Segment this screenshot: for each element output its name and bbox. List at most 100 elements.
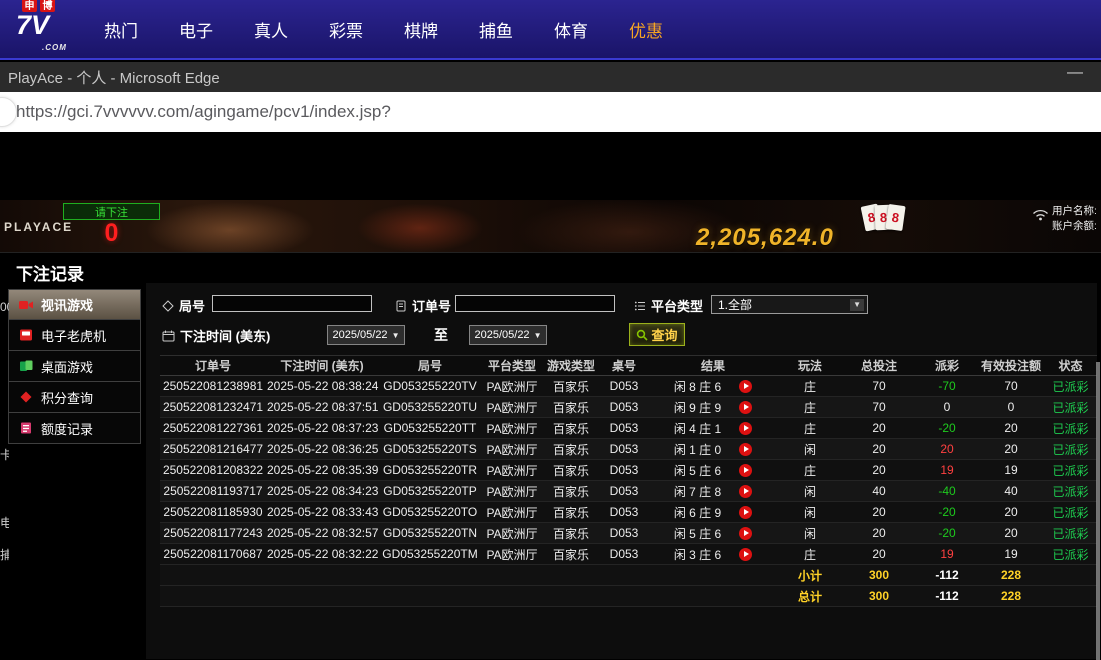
bet-records-modal: 下注记录 视讯游戏 电子老虎机 桌面游戏 积分查询 额度记录 (0, 252, 1101, 660)
result-text: 闲 8 庄 6 (674, 378, 721, 395)
cell (266, 586, 378, 607)
result-text: 闲 1 庄 0 (674, 441, 721, 458)
cell: 庄 (778, 418, 842, 439)
replay-button[interactable] (739, 422, 752, 435)
replay-button[interactable] (739, 464, 752, 477)
bet-prompt-box: 请下注 (63, 203, 160, 220)
sidebar-item-label: 额度记录 (41, 419, 93, 438)
replay-button[interactable] (739, 380, 752, 393)
cell: 20 (842, 439, 916, 460)
cell: 250522081208322 (160, 460, 266, 481)
cell: 250522081170687 (160, 544, 266, 565)
cell: 已派彩 (1044, 397, 1097, 418)
column-header: 派彩 (916, 356, 978, 376)
cell: 百家乐 (542, 544, 600, 565)
cell: D053 (600, 502, 648, 523)
cell: 庄 (778, 544, 842, 565)
order-icon (395, 300, 407, 312)
result-text: 闲 9 庄 9 (674, 399, 721, 416)
date-from-select[interactable]: 2025/05/22▼ (327, 325, 405, 345)
result-cell: 闲 6 庄 9 (648, 502, 778, 523)
window-titlebar: PlayAce - 个人 - Microsoft Edge — (0, 62, 1101, 92)
nav-item[interactable]: 捕鱼 (479, 17, 513, 42)
cell: 20 (842, 460, 916, 481)
table-row: 2505220812164772025-05-22 08:36:25GD0532… (160, 439, 1097, 460)
cell: 闲 (778, 481, 842, 502)
cell: 2025-05-22 08:33:43 (266, 502, 378, 523)
table-row: 2505220812273612025-05-22 08:37:23GD0532… (160, 418, 1097, 439)
nav-item[interactable]: 彩票 (329, 17, 363, 42)
cell: PA欧洲厅 (482, 397, 542, 418)
cell: 2025-05-22 08:32:57 (266, 523, 378, 544)
replay-button[interactable] (739, 506, 752, 519)
modal-sidebar: 视讯游戏 电子老虎机 桌面游戏 积分查询 额度记录 (8, 289, 141, 444)
scrollbar[interactable] (1096, 362, 1100, 660)
sidebar-item-slots[interactable]: 电子老虎机 (8, 320, 141, 351)
round-filter-label: 局号 (162, 296, 205, 315)
nav-item[interactable]: 体育 (554, 17, 588, 42)
cell: D053 (600, 397, 648, 418)
column-header: 平台类型 (482, 356, 542, 376)
cell: 百家乐 (542, 523, 600, 544)
chevron-down-icon: ▼ (850, 299, 864, 311)
cell: 300 (842, 586, 916, 607)
cell: 庄 (778, 397, 842, 418)
cell: 250522081238981 (160, 376, 266, 397)
chevron-down-icon: ▼ (534, 331, 542, 340)
column-header: 总投注 (842, 356, 916, 376)
cell: PA欧洲厅 (482, 460, 542, 481)
cell: 2025-05-22 08:35:39 (266, 460, 378, 481)
cell: 庄 (778, 460, 842, 481)
replay-button[interactable] (739, 485, 752, 498)
cell: 已派彩 (1044, 502, 1097, 523)
cell: D053 (600, 376, 648, 397)
user-info: 用户名称:账户余额: (1052, 204, 1097, 234)
nav-item[interactable]: 真人 (254, 17, 288, 42)
cell: PA欧洲厅 (482, 418, 542, 439)
order-input[interactable] (455, 295, 615, 312)
nav-item[interactable]: 优惠 (629, 17, 663, 42)
cell: 250522081232471 (160, 397, 266, 418)
sidebar-item-points-query[interactable]: 积分查询 (8, 382, 141, 413)
browser-button-circle[interactable] (0, 97, 17, 127)
sidebar-item-table-games[interactable]: 桌面游戏 (8, 351, 141, 382)
date-to-select[interactable]: 2025/05/22▼ (469, 325, 547, 345)
minimize-button[interactable]: — (1067, 64, 1083, 82)
sidebar-item-credit-records[interactable]: 额度记录 (8, 413, 141, 444)
window-title: PlayAce - 个人 - Microsoft Edge (8, 67, 220, 88)
cell: PA欧洲厅 (482, 523, 542, 544)
platform-select[interactable]: 1.全部 ▼ (711, 295, 868, 314)
sidebar-item-video-games[interactable]: 视讯游戏 (8, 289, 141, 320)
bet-time-label: 下注时间 (美东) (162, 326, 270, 345)
url-text[interactable]: https://gci.7vvvvvv.com/agingame/pcv1/in… (16, 102, 391, 122)
replay-button[interactable] (739, 527, 752, 540)
game-strip: PLAYACE 请下注 0 2,205,624.0 888 用户名称:账户余额: (0, 200, 1101, 252)
result-cell: 闲 5 庄 6 (648, 460, 778, 481)
search-button[interactable]: 查询 (629, 323, 685, 346)
cell: 20 (842, 502, 916, 523)
cell: PA欧洲厅 (482, 376, 542, 397)
balance-amount: 2,205,624.0 (696, 224, 834, 252)
bet-amount: 0 (63, 219, 160, 247)
result-cell: 闲 9 庄 9 (648, 397, 778, 418)
cell: 19 (916, 544, 978, 565)
replay-button[interactable] (739, 401, 752, 414)
cell: 0 (916, 397, 978, 418)
platform-select-value: 1.全部 (718, 296, 752, 313)
address-bar[interactable]: https://gci.7vvvvvv.com/agingame/pcv1/in… (0, 92, 1101, 132)
sidebar-item-label: 桌面游戏 (41, 357, 93, 376)
column-header: 游戏类型 (542, 356, 600, 376)
replay-button[interactable] (739, 548, 752, 561)
logo-text: 7V .COM (16, 12, 90, 61)
result-text: 闲 5 庄 6 (674, 525, 721, 542)
nav-item[interactable]: 热门 (104, 17, 138, 42)
nav-item[interactable]: 电子 (179, 17, 213, 42)
site-logo[interactable]: 申 博 7V .COM (16, 0, 90, 61)
nav-item[interactable]: 棋牌 (404, 17, 438, 42)
cell: GD053255220TV (378, 376, 482, 397)
round-input[interactable] (212, 295, 372, 312)
cell: GD053255220TT (378, 418, 482, 439)
replay-button[interactable] (739, 443, 752, 456)
cell: 已派彩 (1044, 418, 1097, 439)
chevron-down-icon: ▼ (392, 331, 400, 340)
